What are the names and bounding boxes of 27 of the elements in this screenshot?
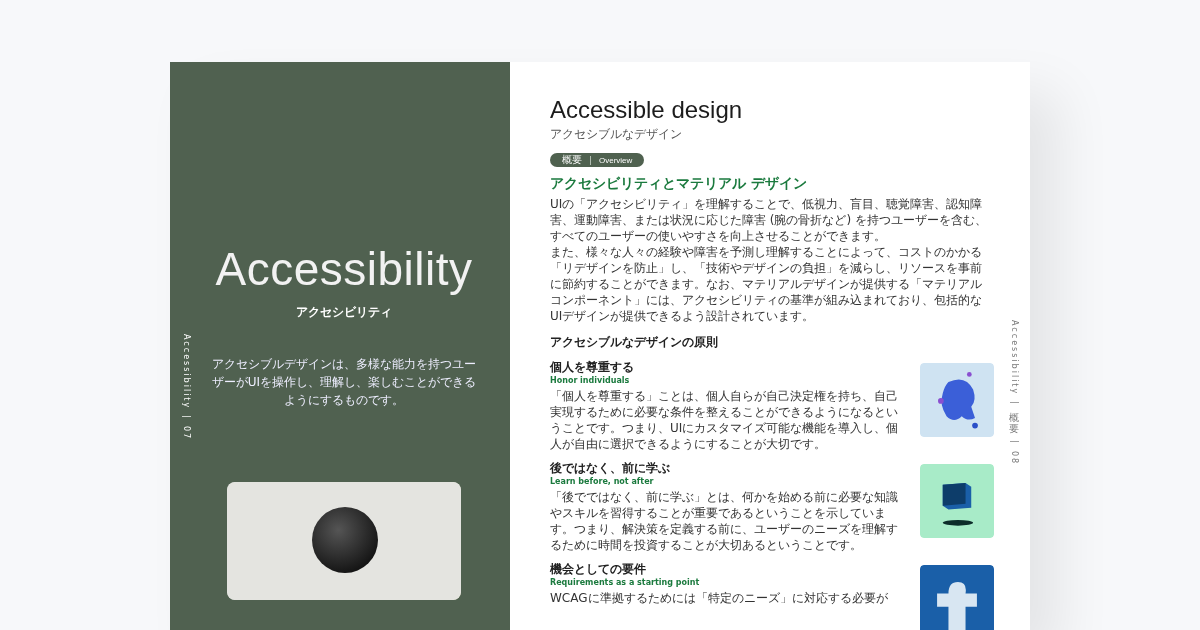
- body-paragraph: また、様々な人々の経験や障害を予測し理解することによって、コストのかかる「リデザインを防止」し、「技術やデザインの負担」を減らし、リソースを事前に節約することができます。なお、マテリアルデザインが提供する「マテリアルコンポーネント」には、アクセシビリティの基準が組み込まれており、包括的なUIデザインが提供できるよう設計されています。: [550, 244, 983, 324]
- principle-title: 機会としての要件: [550, 561, 647, 578]
- principle-title: 個人を尊重する: [550, 359, 635, 376]
- page-title: Accessible design: [550, 96, 744, 124]
- principles-heading: アクセシブルなデザインの原則: [550, 334, 719, 351]
- page-title: Accessibility: [215, 242, 473, 296]
- side-label: 08: [1009, 450, 1019, 465]
- page-subtitle: アクセシブルなデザイン: [550, 126, 683, 143]
- side-label: |: [1009, 401, 1019, 406]
- side-label: |: [1009, 439, 1019, 445]
- principle-text: 「後でではなく、前に学ぶ」とは、何かを始める前に必要な知識やスキルを習得することが重要であるということを示しています。つまり、解決策を定義する前に、ユーザーのニーズを理解するために時間を投資することが大切あるということです。: [550, 489, 899, 553]
- page-description: アクセシブルデザインは、多様な能力を持つユーザーがUIを操作し、理解し、楽しむことができるようにするものです。: [210, 356, 478, 409]
- principle-subtitle: Honor individuals: [550, 376, 631, 385]
- side-label: Accessibility: [181, 334, 191, 410]
- side-label: |: [181, 415, 191, 420]
- principle-title: 後ではなく、前に学ぶ: [550, 460, 671, 477]
- side-label: 07: [181, 425, 191, 441]
- principle-text: WCAGに準拠するためには「特定のニーズ」に対応する必要が: [550, 590, 889, 606]
- principle-text: 「個人を尊重する」ことは、個人自らが自己決定権を持ち、自己実現するために必要な条件を整えることができるようになるということです。つまり、UIにカスタマイズ可能な機能を導入し、個人が自由に選択できるようにすることが大切です。: [550, 388, 900, 452]
- body-paragraph: UIの「アクセシビリティ」を理解することで、低視力、盲目、聴覚障害、認知障害、運動障害、または状況に応じた障害 (腕の骨折など) を持つユーザーを含む、すべてのユーザーの使いやすさを向上させることができます。: [550, 196, 988, 244]
- side-label: 概要: [1009, 411, 1019, 434]
- section-heading: アクセシビリティとマテリアル デザイン: [550, 175, 808, 193]
- page-subtitle: アクセシビリティ: [296, 304, 392, 321]
- principle-subtitle: Requirements as a starting point: [550, 578, 701, 587]
- side-label: Accessibility: [1009, 320, 1019, 396]
- section-chip[interactable]: 概要 Overview: [550, 153, 645, 167]
- principle-subtitle: Learn before, not after: [550, 477, 655, 486]
